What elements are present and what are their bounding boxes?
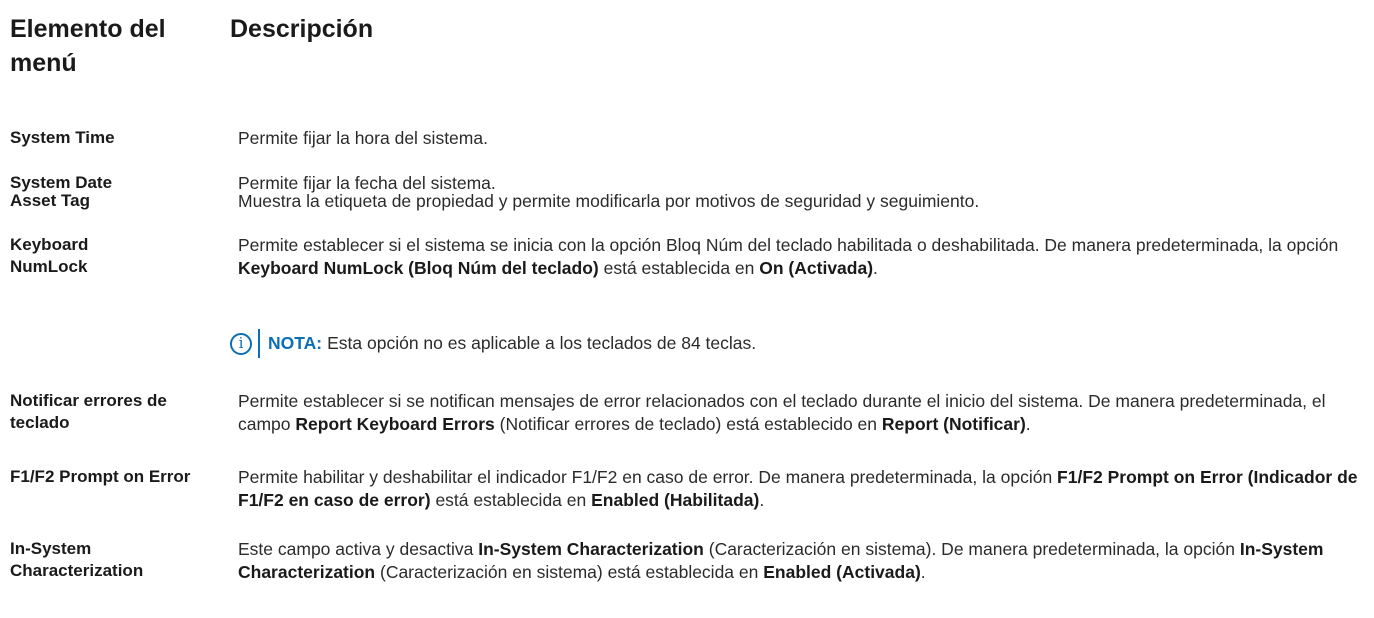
row-label-asset-tag: Asset Tag: [10, 191, 90, 210]
note-text: Esta opción no es aplicable a los teclad…: [327, 333, 757, 353]
row-label-system-time: System Time: [10, 128, 115, 147]
row-desc-report-keyboard-errors: Permite establecer si se notifican mensa…: [238, 391, 1326, 434]
row-desc-in-system-characterization: Este campo activa y desactiva In-System …: [238, 539, 1324, 582]
note-box: i NOTA: Esta opción no es aplicable a lo…: [230, 329, 756, 358]
row-desc-keyboard-numlock: Permite establecer si el sistema se inic…: [238, 235, 1339, 278]
header-description: Descripción: [230, 15, 374, 43]
row-desc-asset-tag: Muestra la etiqueta de propiedad y permi…: [238, 191, 980, 211]
info-icon: i: [230, 332, 252, 355]
row-desc-system-time: Permite fijar la hora del sistema.: [238, 128, 488, 148]
row-label-in-system-characterization: In-System Characterization: [10, 539, 144, 580]
note-label: NOTA:: [268, 333, 323, 353]
row-label-keyboard-numlock: Keyboard NumLock: [10, 235, 89, 276]
row-label-f1f2-prompt: F1/F2 Prompt on Error: [10, 467, 191, 486]
row-desc-f1f2-prompt: Permite habilitar y deshabilitar el indi…: [238, 467, 1358, 510]
row-label-report-keyboard-errors: Notificar errores de teclado: [10, 391, 167, 432]
note-divider: [258, 329, 260, 358]
header-menu-item: Elemento del menú: [10, 15, 166, 77]
